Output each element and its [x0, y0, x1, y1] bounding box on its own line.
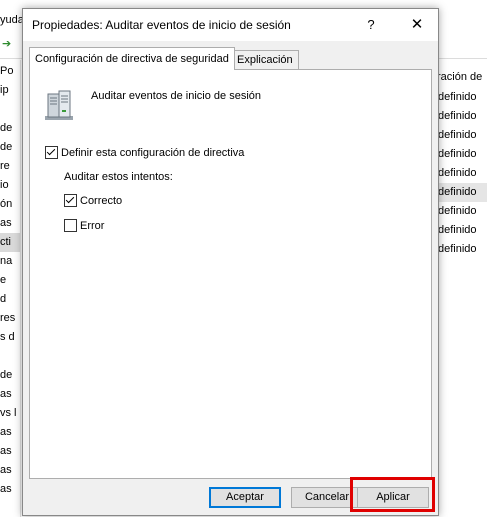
background-tree-item[interactable]: res — [0, 309, 20, 328]
background-list-item[interactable]: definido — [437, 88, 487, 107]
background-tree-item[interactable]: as — [0, 214, 20, 233]
background-list-item[interactable]: definido — [437, 164, 487, 183]
apply-highlight-box — [350, 477, 435, 512]
background-list-item[interactable]: definido — [437, 202, 487, 221]
properties-dialog: Propiedades: Auditar eventos de inicio d… — [22, 8, 439, 516]
background-tree-item[interactable]: cti — [0, 233, 20, 252]
define-setting-checkbox-row[interactable]: Definir esta configuración de directiva — [45, 146, 244, 159]
background-divider — [20, 60, 21, 517]
background-tree-item[interactable]: na — [0, 252, 20, 271]
background-list-item[interactable]: definido — [437, 240, 487, 259]
background-tree-item[interactable]: as — [0, 442, 20, 461]
define-setting-label[interactable]: Definir esta configuración de directiva — [61, 147, 244, 159]
close-button[interactable]: ✕ — [402, 13, 432, 37]
error-checkbox-row[interactable]: Error — [64, 219, 104, 232]
success-label[interactable]: Correcto — [80, 195, 122, 207]
background-list-header: ración de — [437, 71, 483, 83]
background-tree-item[interactable]: as — [0, 423, 20, 442]
background-tree-item[interactable] — [0, 100, 20, 119]
background-list: ración de definido definido definido defini… — [436, 66, 487, 266]
background-tree-item[interactable]: as — [0, 480, 20, 499]
error-label[interactable]: Error — [80, 220, 104, 232]
dialog-titlebar[interactable]: Propiedades: Auditar eventos de inicio d… — [23, 9, 438, 41]
background-tree-item[interactable]: ip — [0, 81, 20, 100]
background-list-item[interactable]: definido — [437, 126, 487, 145]
background-tree-item[interactable]: vs l — [0, 404, 20, 423]
background-tree-item[interactable]: de — [0, 138, 20, 157]
background-tree-item[interactable]: de — [0, 366, 20, 385]
background-tree-item[interactable]: e — [0, 271, 20, 290]
audit-attempts-label: Auditar estos intentos: — [64, 171, 173, 183]
background-list-item[interactable]: definido — [437, 183, 487, 202]
error-checkbox[interactable] — [64, 219, 77, 232]
tab-explanation[interactable]: Explicación — [231, 50, 299, 70]
success-checkbox[interactable] — [64, 194, 77, 207]
background-tree-item[interactable]: d — [0, 290, 20, 309]
background-tree-item[interactable]: Po — [0, 62, 20, 81]
tab-panel: Auditar eventos de inicio de sesión Defi… — [29, 69, 432, 479]
define-setting-checkbox[interactable] — [45, 146, 58, 159]
policy-server-icon — [45, 90, 73, 120]
tab-security-settings[interactable]: Configuración de directiva de seguridad — [29, 47, 235, 70]
background-menu-fragment: yuda — [0, 14, 24, 26]
background-list-item[interactable]: definido — [437, 145, 487, 164]
forward-arrow-icon[interactable]: ➔ — [2, 38, 14, 50]
success-checkbox-row[interactable]: Correcto — [64, 194, 122, 207]
dialog-title: Propiedades: Auditar eventos de inicio d… — [32, 18, 291, 32]
background-tree-item[interactable]: re — [0, 157, 20, 176]
background-tree-item[interactable]: s d — [0, 328, 20, 347]
background-tree: Po ip de de re io ón as cti na e d res s d de as vs l as a… — [0, 62, 20, 517]
background-tree-item[interactable]: as — [0, 385, 20, 404]
background-list-item[interactable]: definido — [437, 107, 487, 126]
background-tree-item[interactable]: io — [0, 176, 20, 195]
background-tree-item[interactable]: ón — [0, 195, 20, 214]
background-tree-item[interactable]: de — [0, 119, 20, 138]
accept-button[interactable]: Aceptar — [209, 487, 281, 508]
help-button[interactable]: ? — [356, 13, 386, 37]
policy-name: Auditar eventos de inicio de sesión — [91, 90, 261, 102]
background-tree-item[interactable]: as — [0, 461, 20, 480]
background-list-item[interactable]: definido — [437, 221, 487, 240]
background-tree-item[interactable] — [0, 347, 20, 366]
